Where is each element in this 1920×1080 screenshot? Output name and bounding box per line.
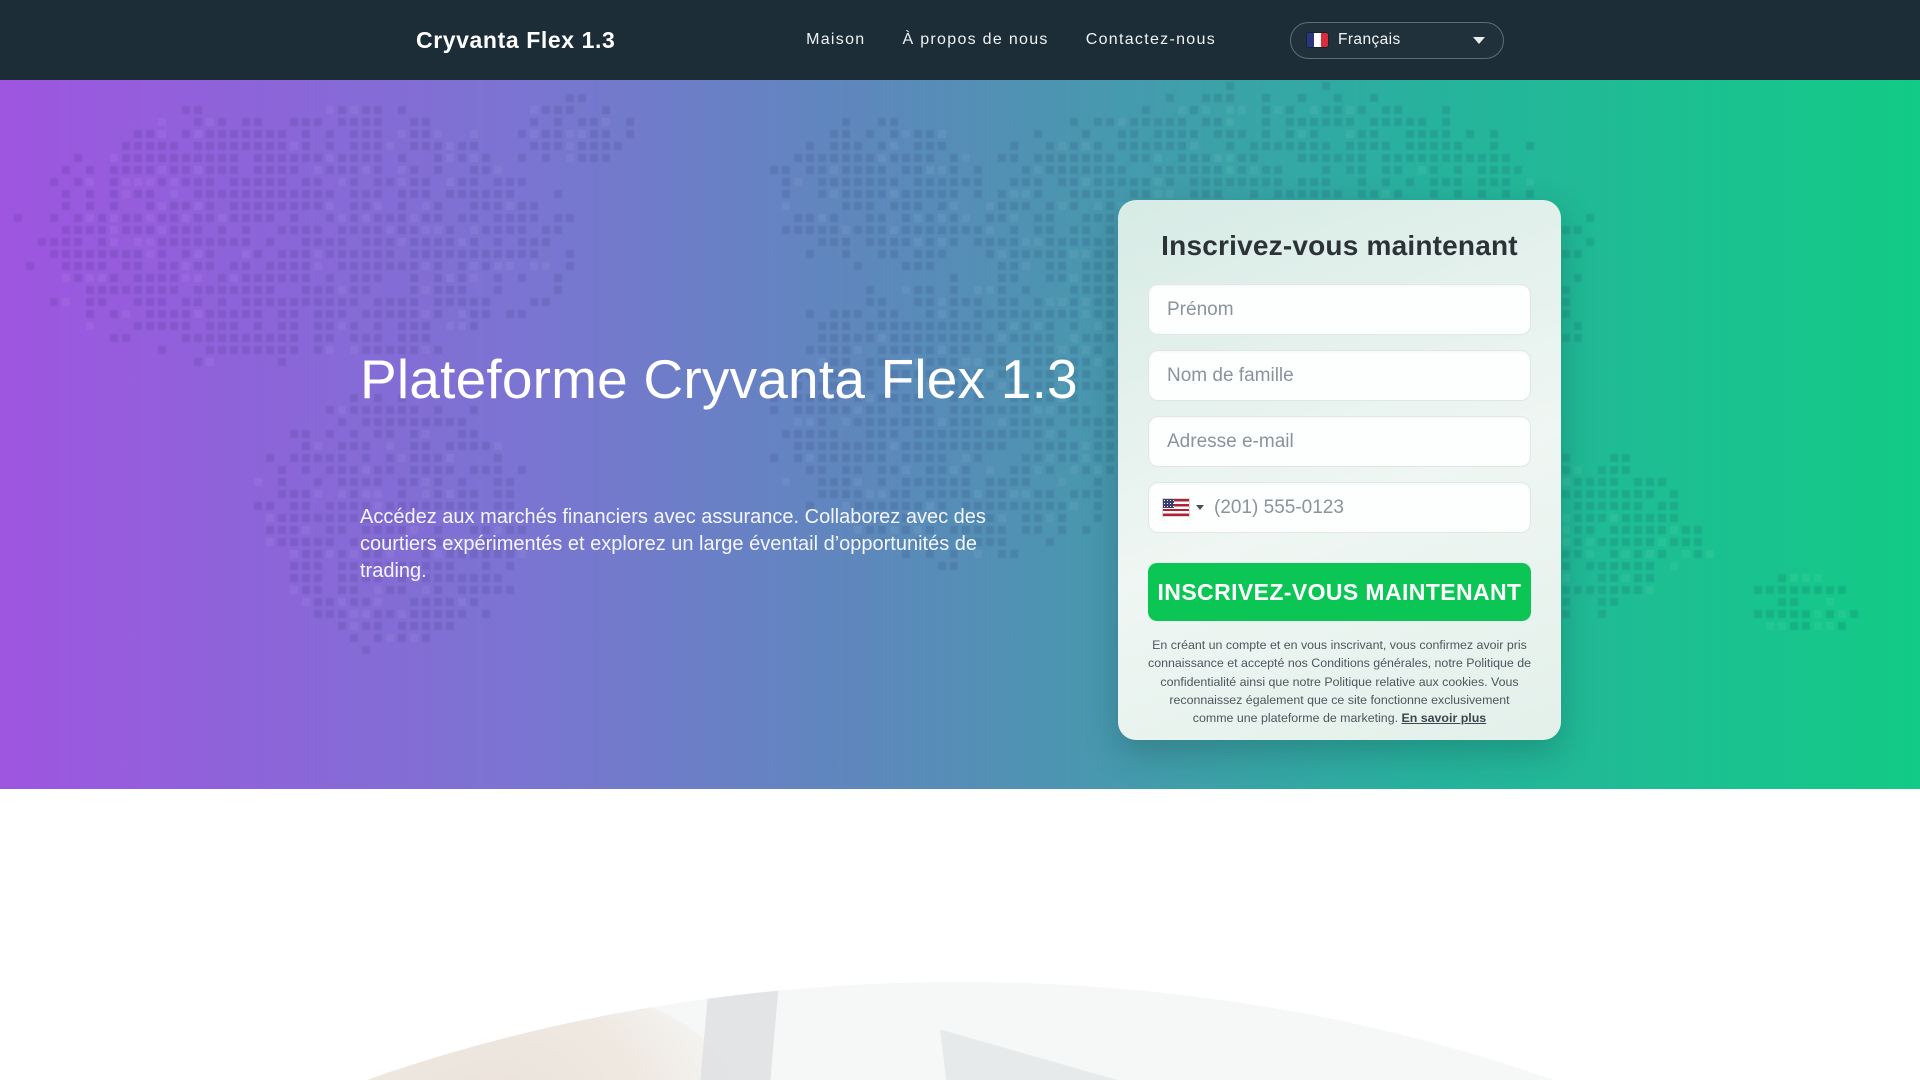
last-name-field-wrap (1148, 350, 1531, 401)
landing-page: Cryvanta Flex 1.3 Maison À propos de nou… (0, 0, 1920, 1080)
phone-input[interactable] (1204, 483, 1530, 532)
nav-link-home[interactable]: Maison (806, 31, 865, 49)
bottom-section (0, 789, 1920, 1080)
signup-disclaimer: En créant un compte et en vous inscrivan… (1148, 636, 1531, 728)
first-name-field-wrap (1148, 284, 1531, 335)
hero-section: Plateforme Cryvanta Flex 1.3 Accédez aux… (0, 80, 1920, 789)
us-flag-icon[interactable] (1163, 499, 1189, 516)
top-navbar: Cryvanta Flex 1.3 Maison À propos de nou… (0, 0, 1920, 80)
chevron-down-icon (1473, 37, 1485, 44)
navbar-content: Cryvanta Flex 1.3 Maison À propos de nou… (416, 0, 1504, 80)
signup-submit-button[interactable]: INSCRIVEZ-VOUS MAINTENANT (1148, 563, 1531, 621)
main-nav: Maison À propos de nous Contactez-nous F… (806, 22, 1504, 59)
nav-link-about[interactable]: À propos de nous (903, 31, 1049, 49)
photo-panel-shape (1665, 982, 1920, 1080)
signup-card: Inscrivez-vous maintenant INSCRIVEZ-VOUS… (1118, 200, 1561, 740)
france-flag-icon (1307, 33, 1328, 47)
learn-more-link[interactable]: En savoir plus (1401, 711, 1486, 725)
hero-content: Plateforme Cryvanta Flex 1.3 Accédez aux… (360, 80, 1560, 789)
email-field-wrap (1148, 416, 1531, 467)
signup-title: Inscrivez-vous maintenant (1148, 230, 1531, 262)
brand-logo[interactable]: Cryvanta Flex 1.3 (416, 27, 615, 54)
hero-subtitle: Accédez aux marchés financiers avec assu… (360, 504, 1020, 585)
language-label: Français (1338, 31, 1401, 49)
photo-person-shape (260, 982, 770, 1080)
faded-photo-decoration (0, 982, 1920, 1080)
last-name-input[interactable] (1149, 351, 1530, 400)
country-dropdown-caret-icon[interactable] (1196, 505, 1204, 510)
nav-link-contact[interactable]: Contactez-nous (1086, 31, 1216, 49)
photo-wedge-shape (940, 1007, 1470, 1080)
email-input[interactable] (1149, 417, 1530, 466)
phone-field-wrap (1148, 482, 1531, 533)
hero-title: Plateforme Cryvanta Flex 1.3 (360, 346, 1100, 412)
language-selector[interactable]: Français (1290, 22, 1504, 59)
first-name-input[interactable] (1149, 285, 1530, 334)
